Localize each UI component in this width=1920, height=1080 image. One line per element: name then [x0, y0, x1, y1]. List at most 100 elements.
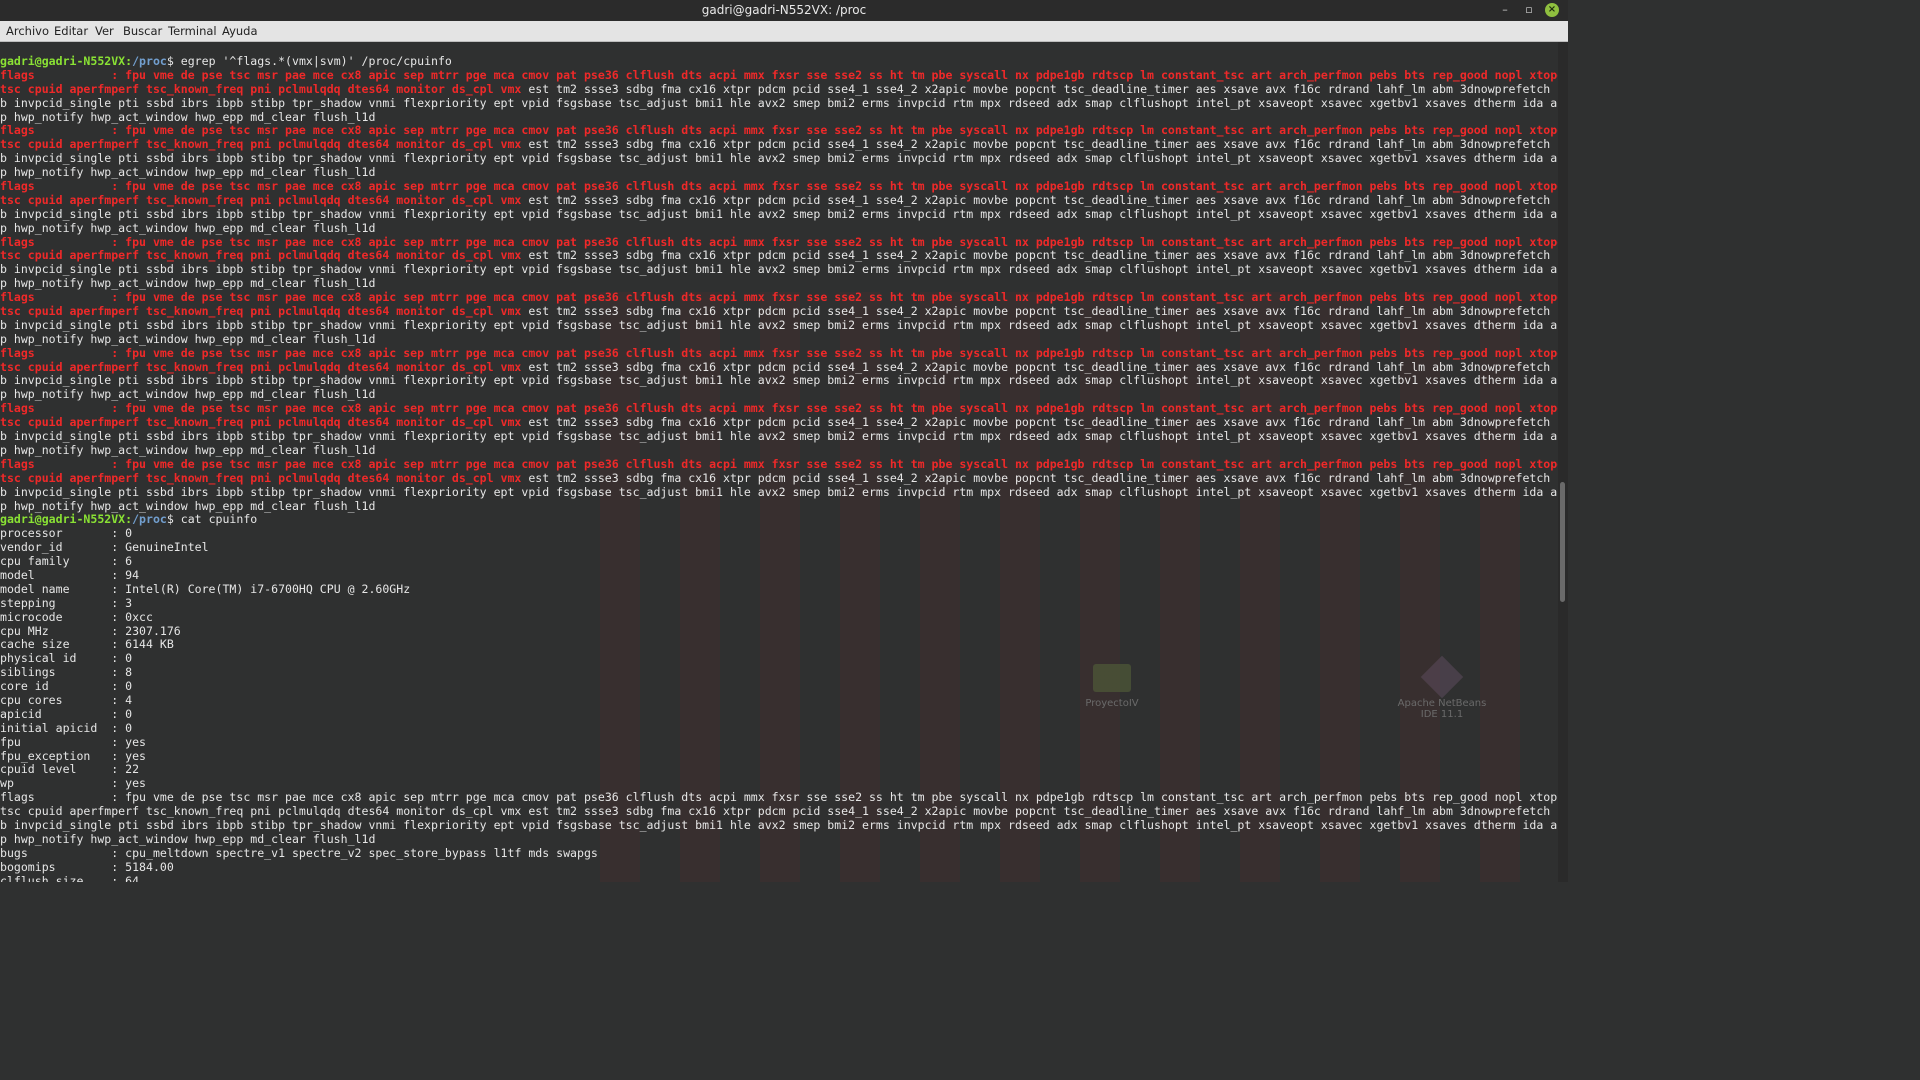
minimize-button[interactable]: – — [1497, 2, 1513, 18]
grep-flags-line: flags : fpu vme de pse tsc msr pae mce c… — [0, 291, 1558, 305]
cpuinfo-line: fpu_exception : yes — [0, 749, 146, 763]
menu-ayuda[interactable]: Ayuda — [222, 24, 258, 38]
grep-match: fpu vme de pse tsc msr pae mce cx8 apic … — [125, 346, 1558, 360]
close-button[interactable]: × — [1545, 3, 1559, 17]
grep-flags-line: b invpcid_single pti ssbd ibrs ibpb stib… — [0, 430, 1558, 444]
maximize-button[interactable]: ▫ — [1521, 2, 1537, 18]
cpuinfo-key: model name — [0, 582, 70, 596]
grep-match: flags : — [0, 457, 126, 471]
grep-flags-line: tsc cpuid aperfmperf tsc_known_freq pni … — [0, 416, 1558, 430]
grep-flags-line: tsc cpuid aperfmperf tsc_known_freq pni … — [0, 249, 1558, 263]
menu-ver[interactable]: Ver — [95, 24, 114, 38]
terminal-output[interactable]: ProyectoIV Apache NetBeans IDE 11.1 gadr… — [0, 42, 1558, 882]
grep-match: tsc cpuid aperfmperf tsc_known_freq pni … — [0, 138, 522, 152]
cpuinfo-value: 64 — [125, 874, 140, 882]
cpuinfo-line: cpu family : 6 — [0, 555, 133, 569]
grep-flags-line: flags : fpu vme de pse tsc msr pae mce c… — [0, 124, 1558, 138]
cpuinfo-line: apicid : 0 — [0, 707, 133, 721]
cpuinfo-line: stepping : 3 — [0, 596, 133, 610]
grep-flags-line: p hwp_notify hwp_act_window hwp_epp md_c… — [0, 332, 376, 346]
cpuinfo-key: cpuid level — [0, 763, 77, 777]
grep-flags-line: b invpcid_single pti ssbd ibrs ibpb stib… — [0, 96, 1558, 110]
grep-match: tsc cpuid aperfmperf tsc_known_freq pni … — [0, 416, 522, 430]
grep-flags-line: p hwp_notify hwp_act_window hwp_epp md_c… — [0, 221, 376, 235]
grep-match: tsc cpuid aperfmperf tsc_known_freq pni … — [0, 305, 522, 319]
grep-flags-line: flags : fpu vme de pse tsc msr pae mce c… — [0, 236, 1558, 250]
grep-flags-line: b invpcid_single pti ssbd ibrs ibpb stib… — [0, 485, 1558, 499]
prompt-sign: $ — [166, 513, 174, 527]
window-titlebar[interactable]: gadri@gadri-N552VX: /proc – ▫ × — [0, 0, 1568, 21]
scrollbar-thumb[interactable] — [1560, 482, 1565, 602]
menu-editar[interactable]: Editar — [54, 24, 88, 38]
cpuinfo-key: cache size — [0, 638, 70, 652]
grep-match: tsc cpuid aperfmperf tsc_known_freq pni … — [0, 360, 522, 374]
grep-match: fpu vme de pse tsc msr pae mce cx8 apic … — [125, 68, 1558, 82]
cpuinfo-line: microcode : 0xcc — [0, 610, 153, 624]
cpuinfo-value: fpu vme de pse tsc msr pae mce cx8 apic … — [125, 791, 1558, 805]
grep-flags-line: flags : fpu vme de pse tsc msr pae mce c… — [0, 402, 1558, 416]
command-line: gadri@gadri-N552VX:/proc$ egrep '^flags.… — [0, 55, 1558, 69]
prompt-path: /proc — [132, 55, 167, 68]
cpuinfo-value: 4 — [125, 693, 133, 707]
cpuinfo-value: 3 — [125, 596, 133, 610]
cpuinfo-value: 6 — [125, 555, 133, 569]
cpuinfo-value: yes — [125, 749, 146, 763]
menu-terminal[interactable]: Terminal — [168, 24, 217, 38]
cpuinfo-key: initial apicid — [0, 721, 98, 735]
grep-match: flags : — [0, 68, 126, 82]
cpuinfo-value: 6144 KB — [125, 638, 174, 652]
grep-flags-line: b invpcid_single pti ssbd ibrs ibpb stib… — [0, 152, 1558, 166]
grep-text: est tm2 ssse3 sdbg fma cx16 xtpr pdcm pc… — [521, 360, 1558, 374]
cpuinfo-line: vendor_id : GenuineIntel — [0, 541, 209, 555]
cpuinfo-line: cache size : 6144 KB — [0, 638, 174, 652]
cpuinfo-flags-line: tsc cpuid aperfmperf tsc_known_freq pni … — [0, 805, 1558, 819]
cpuinfo-key: flags — [0, 791, 35, 805]
grep-flags-line: b invpcid_single pti ssbd ibrs ibpb stib… — [0, 374, 1558, 388]
cpuinfo-key: vendor_id — [0, 541, 63, 555]
cpuinfo-key: fpu_exception — [0, 749, 91, 763]
cpuinfo-line: wp : yes — [0, 777, 146, 791]
grep-match: fpu vme de pse tsc msr pae mce cx8 apic … — [125, 291, 1558, 305]
prompt-user: gadri@gadri-N552VX: — [0, 55, 133, 68]
cpuinfo-key: physical id — [0, 652, 77, 666]
cpuinfo-key: cpu cores — [0, 693, 63, 707]
menu-archivo[interactable]: Archivo — [6, 24, 49, 38]
menu-buscar[interactable]: Buscar — [123, 24, 162, 38]
cpuinfo-flags-line: flags : fpu vme de pse tsc msr pae mce c… — [0, 791, 1558, 805]
menu-bar: Archivo Editar Ver Buscar Terminal Ayuda — [0, 21, 1568, 42]
cpuinfo-line: cpu MHz : 2307.176 — [0, 624, 181, 638]
window-title: gadri@gadri-N552VX: /proc — [701, 3, 867, 17]
cpuinfo-line: physical id : 0 — [0, 652, 133, 666]
cpuinfo-value: 0 — [125, 527, 133, 541]
cpuinfo-line: core id : 0 — [0, 680, 133, 694]
grep-flags-line: b invpcid_single pti ssbd ibrs ibpb stib… — [0, 263, 1558, 277]
grep-flags-line: p hwp_notify hwp_act_window hwp_epp md_c… — [0, 388, 376, 402]
cpuinfo-line: fpu : yes — [0, 735, 146, 749]
cpuinfo-line: bogomips : 5184.00 — [0, 860, 174, 874]
cpuinfo-line: processor : 0 — [0, 527, 133, 541]
cpuinfo-key: cpu family — [0, 555, 70, 569]
command-line: gadri@gadri-N552VX:/proc$ cat cpuinfo — [0, 513, 1558, 527]
cpuinfo-line: cpu cores : 4 — [0, 693, 133, 707]
grep-flags-line: flags : fpu vme de pse tsc msr pae mce c… — [0, 69, 1558, 83]
cpuinfo-value: cpu_meltdown spectre_v1 spectre_v2 spec_… — [125, 846, 598, 860]
grep-flags-line: tsc cpuid aperfmperf tsc_known_freq pni … — [0, 472, 1558, 486]
cpuinfo-key: microcode — [0, 610, 63, 624]
cpuinfo-key: bugs — [0, 846, 28, 860]
cpuinfo-value: 94 — [125, 568, 140, 582]
cpuinfo-value: 0 — [125, 652, 133, 666]
grep-flags-line: p hwp_notify hwp_act_window hwp_epp md_c… — [0, 443, 376, 457]
grep-match: tsc cpuid aperfmperf tsc_known_freq pni … — [0, 249, 522, 263]
cpuinfo-key: model — [0, 568, 35, 582]
cpuinfo-output: processor : 0 vendor_id : GenuineIntel cpu… — [0, 527, 1558, 791]
grep-match: tsc cpuid aperfmperf tsc_known_freq pni … — [0, 471, 522, 485]
prompt-path: /proc — [132, 513, 167, 527]
grep-match: fpu vme de pse tsc msr pae mce cx8 apic … — [125, 235, 1558, 249]
grep-text: est tm2 ssse3 sdbg fma cx16 xtpr pdcm pc… — [521, 82, 1558, 96]
cpuinfo-value: 2307.176 — [125, 624, 181, 638]
cpuinfo-line: siblings : 8 — [0, 666, 133, 680]
cpuinfo-value: 0 — [125, 707, 133, 721]
grep-flags-line: b invpcid_single pti ssbd ibrs ibpb stib… — [0, 207, 1558, 221]
cpuinfo-key: fpu — [0, 735, 21, 749]
terminal-scrollbar[interactable] — [1558, 42, 1568, 882]
